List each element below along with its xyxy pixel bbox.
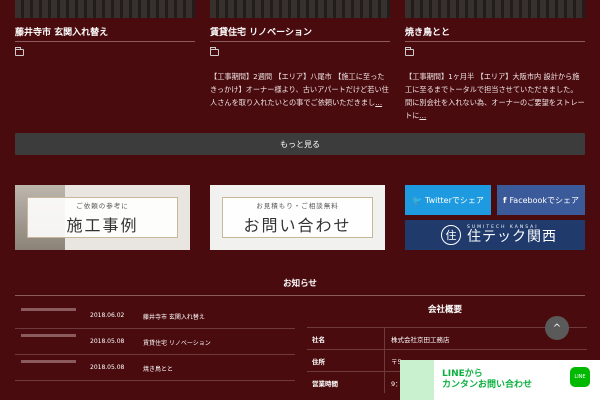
line-banner-text: LINEから カンタンお問い合わせ <box>442 369 532 391</box>
work-thumbnail[interactable] <box>405 0 585 18</box>
works-banner[interactable]: ご依頼の参考に 施工事例 <box>15 185 190 250</box>
work-card[interactable]: 藤井寺市 玄関入れ替え <box>15 0 195 56</box>
logo-mark-icon: 住 <box>441 225 461 245</box>
news-date: 2018.05.08 <box>90 338 125 345</box>
news-date: 2018.05.08 <box>90 364 125 371</box>
news-item[interactable]: 2018.06.02 藤井寺市 玄関入れ替え <box>15 303 295 329</box>
work-thumbnail[interactable] <box>210 0 390 18</box>
twitter-share-label: Twitterでシェア <box>425 195 484 205</box>
company-value: 株式会社京田工務店 <box>391 335 450 344</box>
news-link[interactable]: 藤井寺市 玄関入れ替え <box>143 312 205 321</box>
news-link[interactable]: 焼き鳥とと <box>143 364 173 373</box>
works-banner-title: 施工事例 <box>66 215 139 235</box>
read-more-link[interactable]: ... <box>375 98 382 107</box>
works-banner-sub: ご依頼の参考に <box>76 201 129 210</box>
work-title[interactable]: 賃貸住宅 リノベーション <box>210 25 390 42</box>
company-key: 住所 <box>307 350 385 371</box>
work-desc-text: 【工事期間】1ヶ月半 【エリア】大阪市内 設計から施工に至るまでトータルで担当さ… <box>405 72 585 120</box>
line-banner-line2: カンタンお問い合わせ <box>442 380 533 390</box>
line-contact-banner[interactable]: LINEから カンタンお問い合わせ LINE <box>400 360 600 400</box>
more-button[interactable]: もっと見る <box>15 133 585 155</box>
news-list: 2018.06.02 藤井寺市 玄関入れ替え 2018.05.08 賃貸住宅 リ… <box>15 303 295 381</box>
work-title[interactable]: 焼き鳥とと <box>405 25 585 42</box>
contact-banner-frame: お見積もり・ご相談無料 お問い合わせ <box>222 197 373 238</box>
facebook-share-label: Facebookでシェア <box>509 195 580 205</box>
company-key: 営業時間 <box>307 372 385 393</box>
news-item[interactable]: 2018.05.08 焼き鳥とと <box>15 355 295 381</box>
work-thumbnail[interactable] <box>15 0 195 18</box>
news-date: 2018.06.02 <box>90 312 125 319</box>
work-description: 【工事期間】2週間 【エリア】八尾市 【施工に至ったきっかけ】オーナー様より、古… <box>210 70 390 109</box>
work-card[interactable]: 賃貸住宅 リノベーション 【工事期間】2週間 【エリア】八尾市 【施工に至ったき… <box>210 0 390 109</box>
folder-icon <box>405 47 414 56</box>
folder-icon <box>210 47 219 56</box>
company-key: 社名 <box>307 328 385 349</box>
news-heading: お知らせ <box>283 279 317 289</box>
news-link[interactable]: 賃貸住宅 リノベーション <box>143 338 211 347</box>
folder-icon <box>15 47 24 56</box>
work-description: 【工事期間】1ヶ月半 【エリア】大阪市内 設計から施工に至るまでトータルで担当さ… <box>405 70 585 122</box>
twitter-icon: 🐦 <box>412 195 423 205</box>
facebook-share-button[interactable]: f Facebookでシェア <box>497 185 585 215</box>
logo-japanese: 住テック関西 <box>467 229 557 245</box>
contact-banner-title: お問い合わせ <box>243 215 352 235</box>
line-illustration <box>400 360 434 400</box>
news-bar <box>21 360 76 363</box>
facebook-icon: f <box>502 195 507 205</box>
news-bar <box>21 334 76 337</box>
work-title[interactable]: 藤井寺市 玄関入れ替え <box>15 25 195 42</box>
divider <box>15 295 585 296</box>
news-item[interactable]: 2018.05.08 賃貸住宅 リノベーション <box>15 329 295 355</box>
logo-text: SUMITECH KANSAI 住テック関西 <box>467 225 557 245</box>
company-logo-banner[interactable]: 住 SUMITECH KANSAI 住テック関西 <box>405 220 585 250</box>
works-banner-frame: ご依頼の参考に 施工事例 <box>27 197 178 238</box>
read-more-link[interactable]: ... <box>419 111 426 120</box>
line-banner-line1: LINEから <box>442 369 483 379</box>
back-to-top-button[interactable]: ^ <box>545 316 569 340</box>
twitter-share-button[interactable]: 🐦 Twitterでシェア <box>405 185 491 215</box>
contact-banner[interactable]: お見積もり・ご相談無料 お問い合わせ <box>210 185 385 250</box>
works-cards: 藤井寺市 玄関入れ替え 賃貸住宅 リノベーション 【工事期間】2週間 【エリア】… <box>15 0 585 120</box>
chevron-up-icon: ^ <box>552 322 562 334</box>
news-bar <box>21 308 76 311</box>
line-app-icon: LINE <box>570 367 590 387</box>
company-heading: 会社概要 <box>427 305 462 315</box>
work-desc-text: 【工事期間】2週間 【エリア】八尾市 【施工に至ったきっかけ】オーナー様より、古… <box>210 72 389 107</box>
contact-banner-sub: お見積もり・ご相談無料 <box>256 201 339 210</box>
work-card[interactable]: 焼き鳥とと 【工事期間】1ヶ月半 【エリア】大阪市内 設計から施工に至るまでトー… <box>405 0 585 122</box>
